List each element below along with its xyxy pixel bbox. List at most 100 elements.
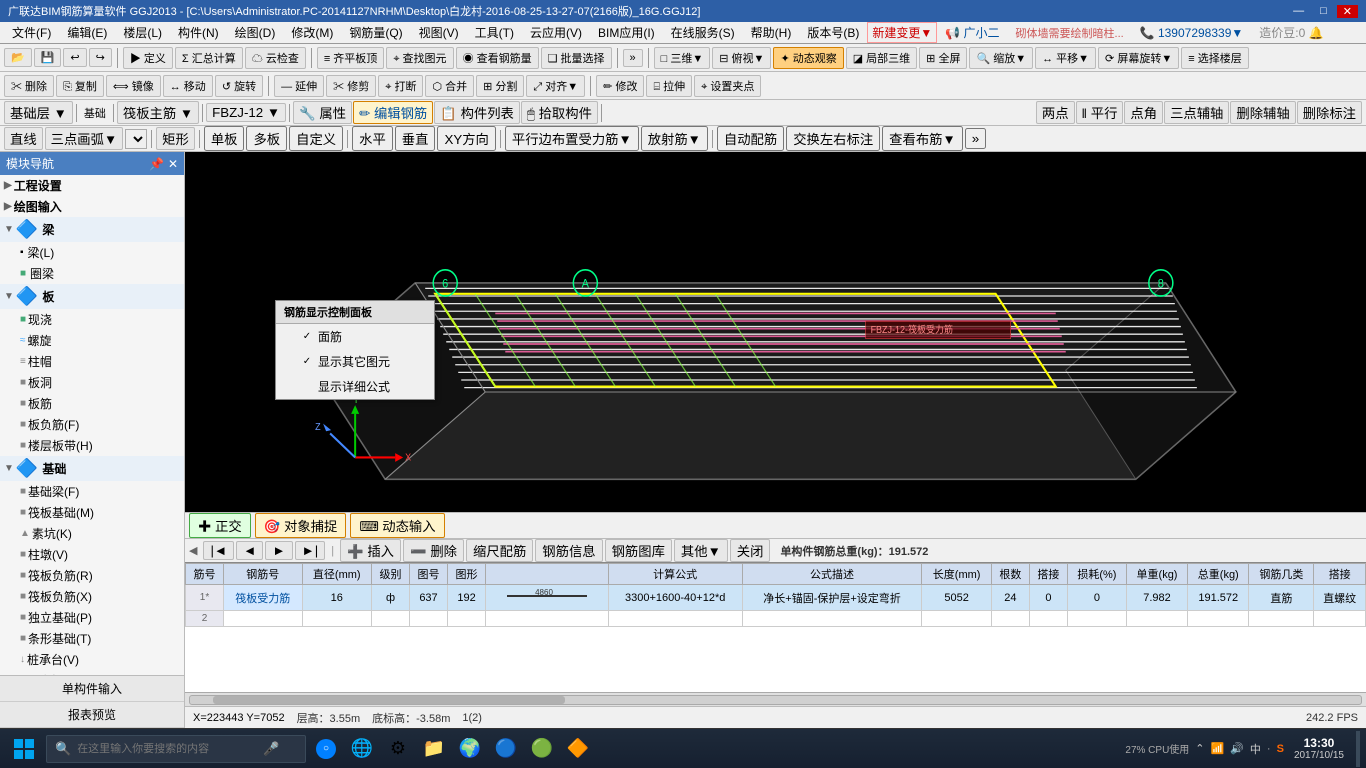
btn-delete[interactable]: ✂ 删除 [4,75,54,97]
menu-bim[interactable]: BIM应用(I) [590,22,663,43]
btn-sum[interactable]: Σ 汇总计算 [175,47,243,69]
draw-select[interactable] [125,129,147,149]
menu-floor[interactable]: 楼层(L) [115,22,170,43]
sidebar-item-project-settings[interactable]: ▶ 工程设置 [0,175,184,196]
show-desktop-btn[interactable] [1356,731,1360,767]
ctx-item-face-rebar[interactable]: ✓ 面筋 [276,324,434,349]
btn-more2[interactable]: » [965,128,986,149]
maximize-btn[interactable]: □ [1314,5,1333,18]
btn-fullscreen[interactable]: ⊞ 全屏 [919,47,967,69]
taskbar-icon-settings[interactable]: ⚙ [382,733,414,765]
btn-pan[interactable]: ↔ 平移▼ [1035,47,1096,69]
taskbar-icon-app1[interactable]: 🔵 [490,733,522,765]
start-button[interactable] [6,731,42,767]
btn-custom[interactable]: 自定义 [289,126,343,151]
btn-modify[interactable]: ✏ 修改 [596,75,644,97]
btn-rotate[interactable]: ↺ 旋转 [215,75,263,97]
menu-modify[interactable]: 修改(M) [283,22,341,43]
clock-area[interactable]: 13:30 2017/10/15 [1288,736,1350,761]
btn-screen-rotate[interactable]: ⟳ 屏幕旋转▼ [1098,47,1179,69]
btn-parallel[interactable]: ‖ 平行 [1076,101,1124,124]
btn-next[interactable]: ► [265,541,292,560]
menu-tools[interactable]: 工具(T) [467,22,522,43]
btn-prev[interactable]: ◄ [236,541,263,560]
btn-radial[interactable]: 放射筋▼ [641,126,708,151]
btn-close-rebar[interactable]: 关闭 [730,539,771,562]
btn-other[interactable]: 其他▼ [674,539,728,562]
horizontal-scrollbar[interactable] [185,692,1366,706]
btn-undo[interactable]: ↩ [63,48,86,67]
btn-report-preview[interactable]: 报表预览 [0,702,184,728]
h-scroll-thumb[interactable] [213,696,564,704]
btn-align[interactable]: ⤢ 对齐▼ [526,75,585,97]
sidebar-item-raft-neg-x[interactable]: ■ 筏板负筋(X) [0,586,184,607]
menu-version[interactable]: 版本号(B) [799,22,867,43]
btn-pick-comp[interactable]: 🖱 拾取构件 [521,101,598,124]
menu-component[interactable]: 构件(N) [170,22,227,43]
btn-rebar-lib[interactable]: 钢筋图库 [605,539,672,562]
sidebar-item-ring-beam[interactable]: ■ 圈梁 [0,263,184,284]
btn-first[interactable]: |◄ [203,541,234,560]
btn-edit-rebar[interactable]: ✏ 编辑钢筋 [353,101,433,124]
mic-icon[interactable]: 🎤 [263,741,279,757]
btn-vertical[interactable]: 垂直 [395,126,436,151]
btn-orbit[interactable]: ✦ 动态观察 [773,47,843,69]
btn-single-slab[interactable]: 单板 [204,126,245,151]
btn-auto-config[interactable]: 自动配筋 [717,126,784,151]
btn-open[interactable]: 📂 [4,48,32,67]
btn-3d[interactable]: □ 三维▼ [654,47,711,69]
btn-local3d[interactable]: ◪ 局部三维 [846,47,917,69]
btn-single-component[interactable]: 单构件输入 [0,676,184,702]
taskbar-search[interactable]: 🔍 🎤 [46,735,306,763]
table-row[interactable]: 2 [186,611,1366,627]
taskbar-icon-app2[interactable]: 🟢 [526,733,558,765]
tray-up-icon[interactable]: ⌃ [1195,742,1204,755]
sidebar-item-strip-found[interactable]: ■ 条形基础(T) [0,628,184,649]
viewport-3d[interactable]: 6 A 8 FBZJ-12-筏板受力筋 X Y [185,152,1366,512]
sidebar-item-slab-rebar[interactable]: ■ 板筋 [0,393,184,414]
btn-last[interactable]: ►| [295,541,326,560]
btn-mirror[interactable]: ⟺ 镜像 [106,75,161,97]
btn-grip[interactable]: ⌖ 设置夹点 [694,75,761,97]
btn-align-top[interactable]: ≡ 齐平板顶 [317,47,384,69]
btn-extend[interactable]: — 延伸 [274,75,324,97]
btn-three-axis[interactable]: 三点辅轴 [1164,101,1229,124]
sidebar-item-beam[interactable]: ▼ 🔷 梁 [0,217,184,242]
sidebar-item-col-cap[interactable]: ≡ 柱帽 [0,351,184,372]
btn-find[interactable]: ⌖ 查找图元 [386,47,453,69]
taskbar-icon-app3[interactable]: 🔶 [562,733,594,765]
btn-comp-name[interactable]: FBZJ-12 ▼ [206,103,286,122]
btn-comp-list[interactable]: 📋 构件列表 [434,101,520,124]
btn-break[interactable]: ⌖ 打断 [378,75,423,97]
sidebar-item-pile-cap-v[interactable]: ↓ 桩承台(V) [0,649,184,670]
btn-horizontal[interactable]: 水平 [352,126,393,151]
btn-swap-annot[interactable]: 交换左右标注 [786,126,880,151]
btn-redo[interactable]: ↪ [89,48,112,67]
btn-rebar-info[interactable]: 钢筋信息 [535,539,602,562]
menu-draw[interactable]: 绘图(D) [227,22,284,43]
btn-del-annotation[interactable]: 删除标注 [1297,101,1362,124]
tray-ime[interactable]: 中 [1250,741,1261,757]
menu-price[interactable]: 造价豆:0 🔔 [1251,22,1331,43]
menu-view[interactable]: 视图(V) [411,22,467,43]
btn-del-axis[interactable]: 删除辅轴 [1230,101,1295,124]
taskbar-icon-edge[interactable]: 🌍 [454,733,486,765]
sidebar-item-pit-k[interactable]: ▲ 素坑(K) [0,523,184,544]
sidebar-item-beam-l[interactable]: ▪ 梁(L) [0,242,184,263]
menu-help[interactable]: 帮助(H) [743,22,800,43]
sidebar-item-col-pier[interactable]: ■ 柱墩(V) [0,544,184,565]
btn-scale-rebar[interactable]: 缩尺配筋 [466,539,533,562]
btn-more[interactable]: » [623,49,643,67]
context-menu[interactable]: 钢筋显示控制面板 ✓ 面筋 ✓ 显示其它图元 显示详细公式 [275,300,435,400]
btn-point-angle[interactable]: 点角 [1124,101,1163,124]
btn-view-rebar-layout[interactable]: 查看布筋▼ [882,126,963,151]
taskbar-icon-cortana[interactable]: ○ [310,733,342,765]
menu-rebar[interactable]: 钢筋量(Q) [341,22,410,43]
menu-notice[interactable]: 砌体墙需要绘制暗柱... [1008,23,1132,43]
btn-cloud-check[interactable]: ☁ 云检查 [245,47,306,69]
taskbar-icon-browser[interactable]: 🌐 [346,733,378,765]
sidebar-item-isolated-found[interactable]: ■ 独立基础(P) [0,607,184,628]
sidebar-close[interactable]: ✕ [168,157,178,171]
btn-zoom[interactable]: 🔍 缩放▼ [969,47,1033,69]
btn-parallel-rebar[interactable]: 平行边布置受力筋▼ [505,126,639,151]
